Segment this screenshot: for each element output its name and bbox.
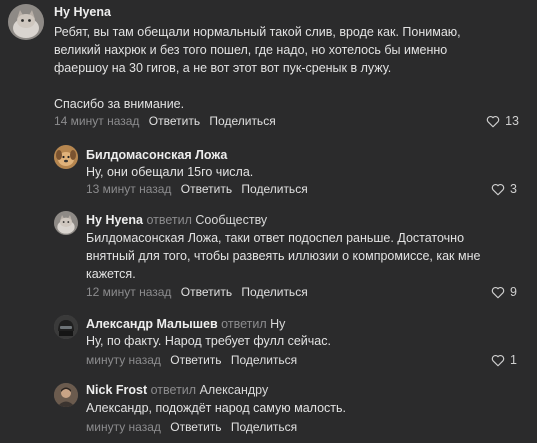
reply-target[interactable]: Ну — [270, 317, 285, 331]
author-name[interactable]: Nick Frost — [86, 383, 147, 397]
comment-text: Билдомасонская Ложа, таки ответ подоспел… — [86, 231, 481, 281]
comment-time: 13 минут назад — [86, 182, 172, 196]
like-count: 3 — [510, 182, 517, 196]
comment: Nick Frost ответил Александру Александр,… — [0, 378, 537, 443]
comment: Ну Hyena ответил Сообществу Билдомасонск… — [0, 206, 537, 306]
heart-icon — [491, 286, 505, 298]
like-button[interactable]: 13 — [486, 114, 519, 128]
cat-avatar-icon[interactable] — [8, 4, 44, 40]
share-button[interactable]: Поделиться — [231, 353, 297, 367]
author-name[interactable]: Александр Малышев — [86, 317, 218, 331]
comment-meta: 12 минут назад Ответить Поделиться — [86, 285, 308, 299]
heart-icon — [486, 115, 500, 127]
reply-button[interactable]: Ответить — [170, 353, 221, 367]
share-button[interactable]: Поделиться — [241, 285, 307, 299]
reply-button[interactable]: Ответить — [170, 420, 221, 434]
comment-author[interactable]: Nick Frost ответил Александру — [86, 383, 268, 397]
reply-target[interactable]: Александру — [200, 383, 269, 397]
reply-button[interactable]: Ответить — [149, 114, 200, 128]
comment-author[interactable]: Ну Hyena ответил Сообществу — [86, 213, 267, 227]
heart-icon — [491, 183, 505, 195]
comment: Билдомасонская Ложа Ну, они обещали 15го… — [0, 140, 537, 206]
cat-avatar-icon[interactable] — [54, 211, 78, 235]
replied-label: ответил — [221, 317, 267, 331]
comment-text: Александр, подождёт народ самую малость. — [86, 401, 347, 415]
like-count: 1 — [510, 353, 517, 367]
comment-meta: 13 минут назад Ответить Поделиться — [86, 182, 308, 196]
author-name[interactable]: Ну Hyena — [54, 5, 111, 19]
like-button[interactable]: 9 — [491, 285, 517, 299]
comment-text: Ну, они обещали 15го числа. — [86, 165, 254, 179]
author-name[interactable]: Ну Hyena — [86, 213, 143, 227]
replied-label: ответил — [146, 213, 192, 227]
like-button[interactable]: 1 — [491, 353, 517, 367]
dog-avatar-icon[interactable] — [54, 145, 78, 169]
comment-text: Ну, по факту. Народ требует фулл сейчас. — [86, 334, 331, 348]
share-button[interactable]: Поделиться — [231, 420, 297, 434]
reply-button[interactable]: Ответить — [181, 182, 232, 196]
heart-icon — [491, 354, 505, 366]
helmet-avatar-icon[interactable] — [54, 315, 78, 339]
author-name[interactable]: Билдомасонская Ложа — [86, 148, 227, 162]
like-button[interactable]: 3 — [491, 182, 517, 196]
comment: Александр Малышев ответил Ну Ну, по факт… — [0, 310, 537, 372]
comment-text: Ребят, вы там обещали нормальный такой с… — [54, 25, 461, 111]
comment-author[interactable]: Ну Hyena — [54, 5, 111, 19]
reply-target[interactable]: Сообществу — [195, 213, 267, 227]
comment-meta: минуту назад Ответить Поделиться — [86, 420, 297, 434]
person-avatar-icon[interactable] — [54, 383, 78, 407]
comment-author[interactable]: Билдомасонская Ложа — [86, 148, 227, 162]
reply-button[interactable]: Ответить — [181, 285, 232, 299]
comment-time: 14 минут назад — [54, 114, 140, 128]
share-button[interactable]: Поделиться — [209, 114, 275, 128]
comment-time: минуту назад — [86, 353, 161, 367]
like-count: 9 — [510, 285, 517, 299]
comment: Ну Hyena Ребят, вы там обещали нормальны… — [0, 0, 537, 140]
comment-meta: 14 минут назад Ответить Поделиться — [54, 114, 276, 128]
comment-time: 12 минут назад — [86, 285, 172, 299]
comment-time: минуту назад — [86, 420, 161, 434]
replied-label: ответил — [150, 383, 197, 397]
comment-thread: Ну Hyena Ребят, вы там обещали нормальны… — [0, 0, 537, 443]
like-count: 13 — [505, 114, 519, 128]
share-button[interactable]: Поделиться — [241, 182, 307, 196]
comment-author[interactable]: Александр Малышев ответил Ну — [86, 317, 285, 331]
comment-meta: минуту назад Ответить Поделиться — [86, 353, 297, 367]
